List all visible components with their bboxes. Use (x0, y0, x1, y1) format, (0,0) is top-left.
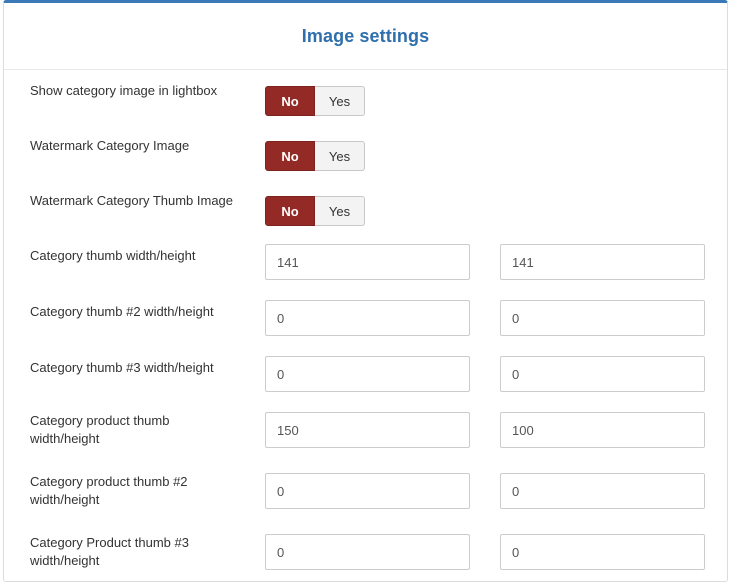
image-settings-panel: Image settings Show category image in li… (3, 0, 728, 582)
setting-label: Category thumb #3 width/height (30, 360, 214, 375)
yes-button[interactable]: Yes (315, 86, 365, 116)
width-input[interactable] (265, 412, 470, 448)
height-input[interactable] (500, 534, 705, 570)
height-input[interactable] (500, 473, 705, 509)
setting-label: Category product thumb width/height (30, 413, 170, 446)
no-button[interactable]: No (265, 196, 315, 226)
watermark-thumb-toggle: No Yes (265, 196, 365, 226)
setting-label: Category product thumb #2 width/height (30, 474, 188, 507)
no-button[interactable]: No (265, 86, 315, 116)
no-button[interactable]: No (265, 141, 315, 171)
yes-button[interactable]: Yes (315, 141, 365, 171)
height-input[interactable] (500, 244, 705, 280)
width-input[interactable] (265, 244, 470, 280)
setting-label: Show category image in lightbox (30, 83, 218, 98)
setting-label: Category thumb width/height (30, 248, 196, 263)
width-input[interactable] (265, 356, 470, 392)
setting-label: Category thumb #2 width/height (30, 304, 214, 319)
panel-header: Image settings (4, 3, 727, 70)
width-input[interactable] (265, 534, 470, 570)
setting-label: Watermark Category Thumb Image (30, 193, 234, 208)
panel-title: Image settings (301, 25, 430, 46)
height-input[interactable] (500, 412, 705, 448)
yes-button[interactable]: Yes (315, 196, 365, 226)
watermark-image-toggle: No Yes (265, 141, 365, 171)
height-input[interactable] (500, 300, 705, 336)
width-input[interactable] (265, 473, 470, 509)
lightbox-toggle: No Yes (265, 86, 365, 116)
setting-label: Category Product thumb #3 width/height (30, 535, 189, 568)
height-input[interactable] (500, 356, 705, 392)
setting-label: Watermark Category Image (30, 138, 190, 153)
width-input[interactable] (265, 300, 470, 336)
